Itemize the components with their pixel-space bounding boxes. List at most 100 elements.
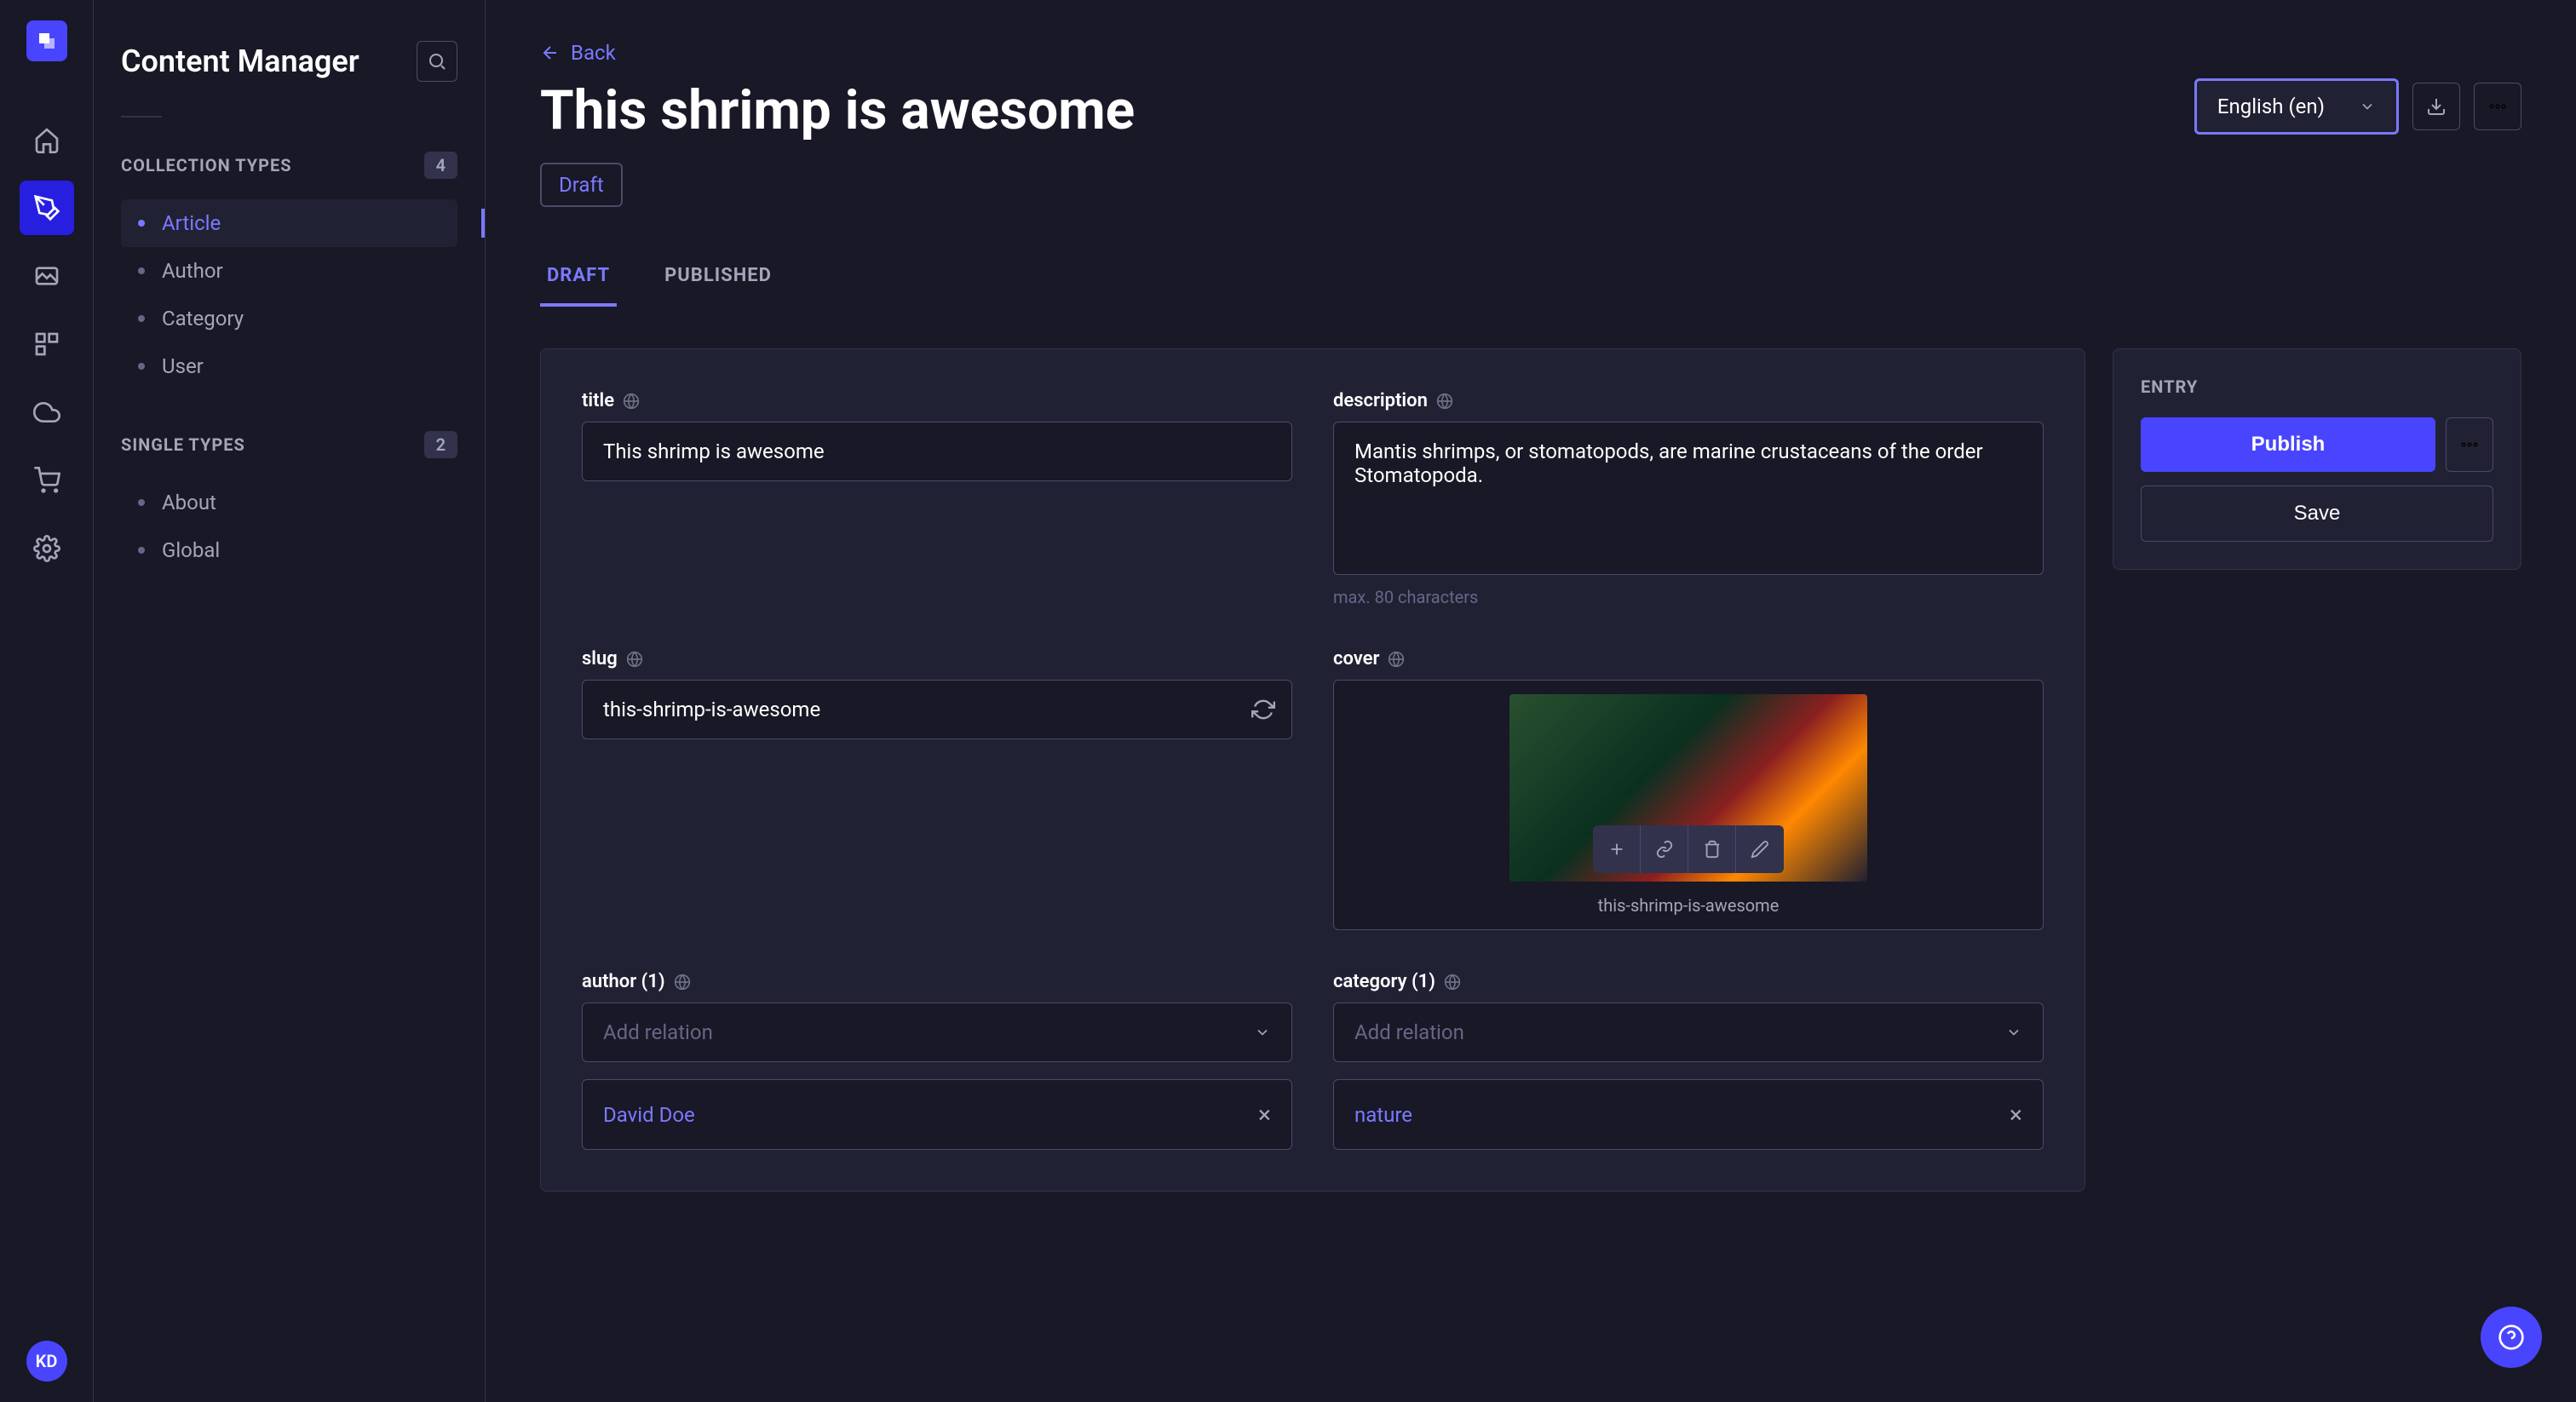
- link-icon: [1655, 840, 1674, 859]
- cover-box: this-shrimp-is-awesome: [1333, 680, 2044, 930]
- sidebar-item-label: User: [162, 354, 204, 378]
- help-fab[interactable]: [2481, 1307, 2542, 1368]
- cover-label: cover: [1333, 648, 1379, 669]
- chevron-down-icon: [2005, 1024, 2022, 1041]
- globe-icon: [1388, 651, 1405, 668]
- search-button[interactable]: [417, 41, 457, 82]
- app-logo[interactable]: [26, 20, 67, 61]
- cover-toolbar: [1593, 825, 1784, 873]
- nav-cloud[interactable]: [20, 385, 74, 440]
- sidebar-item-article[interactable]: Article: [121, 199, 457, 247]
- category-relation-select[interactable]: Add relation: [1333, 1003, 2044, 1062]
- field-author: author (1) Add relation David Doe ×: [582, 971, 1292, 1150]
- more-icon: [2487, 96, 2508, 117]
- nav-builder[interactable]: [20, 317, 74, 371]
- slug-label: slug: [582, 648, 618, 669]
- user-avatar[interactable]: KD: [26, 1341, 67, 1382]
- download-button[interactable]: [2412, 83, 2460, 130]
- sidebar-item-global[interactable]: Global: [121, 526, 457, 574]
- save-button[interactable]: Save: [2141, 486, 2493, 542]
- publish-button[interactable]: Publish: [2141, 417, 2435, 472]
- arrow-left-icon: [540, 43, 561, 63]
- back-label: Back: [571, 41, 616, 65]
- sidebar-title: Content Manager: [121, 43, 359, 79]
- nav-rail: KD: [0, 0, 94, 1402]
- cover-caption: this-shrimp-is-awesome: [1598, 895, 1780, 916]
- description-input[interactable]: [1333, 422, 2044, 575]
- field-cover: cover: [1333, 648, 2044, 930]
- sidebar-item-user[interactable]: User: [121, 342, 457, 390]
- main-content: Back This shrimp is awesome English (en)…: [486, 0, 2576, 1402]
- sidebar-item-label: Article: [162, 211, 221, 235]
- title-input[interactable]: [582, 422, 1292, 481]
- single-count-badge: 2: [424, 431, 457, 458]
- locale-label: English (en): [2217, 95, 2325, 118]
- sidebar-item-label: About: [162, 491, 216, 514]
- slug-input[interactable]: [582, 680, 1292, 739]
- tabs: Draft Published: [540, 248, 2521, 307]
- nav-marketplace[interactable]: [20, 453, 74, 508]
- section-collection-types: Collection Types: [121, 155, 292, 175]
- more-icon: [2459, 434, 2480, 455]
- plus-icon: [1607, 840, 1626, 859]
- cover-add-button[interactable]: [1593, 825, 1641, 873]
- pencil-icon: [1751, 840, 1769, 859]
- locale-select[interactable]: English (en): [2194, 78, 2399, 135]
- tab-published[interactable]: Published: [658, 248, 779, 307]
- sidebar-item-label: Category: [162, 307, 244, 330]
- entry-panel: Entry Publish Save: [2113, 348, 2521, 570]
- relation-placeholder: Add relation: [603, 1020, 713, 1044]
- cover-image: [1509, 694, 1867, 882]
- sidebar-item-about[interactable]: About: [121, 479, 457, 526]
- cover-link-button[interactable]: [1641, 825, 1688, 873]
- field-slug: slug: [582, 648, 1292, 930]
- more-button[interactable]: [2474, 83, 2521, 130]
- divider: [121, 116, 162, 118]
- description-label: description: [1333, 390, 1428, 411]
- refresh-icon[interactable]: [1251, 698, 1275, 721]
- relation-placeholder: Add relation: [1354, 1020, 1464, 1044]
- nav-home[interactable]: [20, 112, 74, 167]
- section-single-types: Single Types: [121, 434, 245, 455]
- globe-icon: [1436, 393, 1453, 410]
- sidebar-item-author[interactable]: Author: [121, 247, 457, 295]
- help-icon: [2498, 1324, 2525, 1351]
- entry-panel-label: Entry: [2141, 376, 2493, 397]
- cover-edit-button[interactable]: [1736, 825, 1784, 873]
- sidebar: Content Manager Collection Types 4 Artic…: [94, 0, 486, 1402]
- close-icon[interactable]: ×: [1258, 1100, 1271, 1129]
- field-category: category (1) Add relation nature ×: [1333, 971, 2044, 1150]
- publish-more-button[interactable]: [2446, 417, 2493, 472]
- sidebar-item-label: Author: [162, 259, 223, 283]
- field-description: description max. 80 characters: [1333, 390, 2044, 607]
- nav-content[interactable]: [20, 181, 74, 235]
- category-link[interactable]: nature: [1354, 1103, 1412, 1127]
- field-title: title: [582, 390, 1292, 607]
- trash-icon: [1703, 840, 1722, 859]
- form-card: title description max. 80 characters: [540, 348, 2085, 1192]
- globe-icon: [674, 974, 691, 991]
- author-link[interactable]: David Doe: [603, 1103, 695, 1127]
- chevron-down-icon: [2359, 98, 2376, 115]
- chevron-down-icon: [1254, 1024, 1271, 1041]
- author-relation-chip: David Doe ×: [582, 1079, 1292, 1150]
- close-icon[interactable]: ×: [2010, 1100, 2022, 1129]
- download-icon: [2426, 96, 2447, 117]
- sidebar-item-category[interactable]: Category: [121, 295, 457, 342]
- sidebar-item-label: Global: [162, 538, 220, 562]
- author-relation-select[interactable]: Add relation: [582, 1003, 1292, 1062]
- page-title: This shrimp is awesome: [540, 78, 1135, 142]
- status-badge: Draft: [540, 163, 623, 207]
- nav-media[interactable]: [20, 249, 74, 303]
- category-relation-chip: nature ×: [1333, 1079, 2044, 1150]
- back-link[interactable]: Back: [540, 41, 2521, 65]
- author-label: author (1): [582, 971, 665, 992]
- collection-count-badge: 4: [424, 152, 457, 179]
- nav-settings[interactable]: [20, 521, 74, 576]
- description-hint: max. 80 characters: [1333, 587, 2044, 607]
- search-icon: [427, 51, 447, 72]
- tab-draft[interactable]: Draft: [540, 248, 617, 307]
- globe-icon: [626, 651, 643, 668]
- cover-delete-button[interactable]: [1688, 825, 1736, 873]
- title-label: title: [582, 390, 614, 411]
